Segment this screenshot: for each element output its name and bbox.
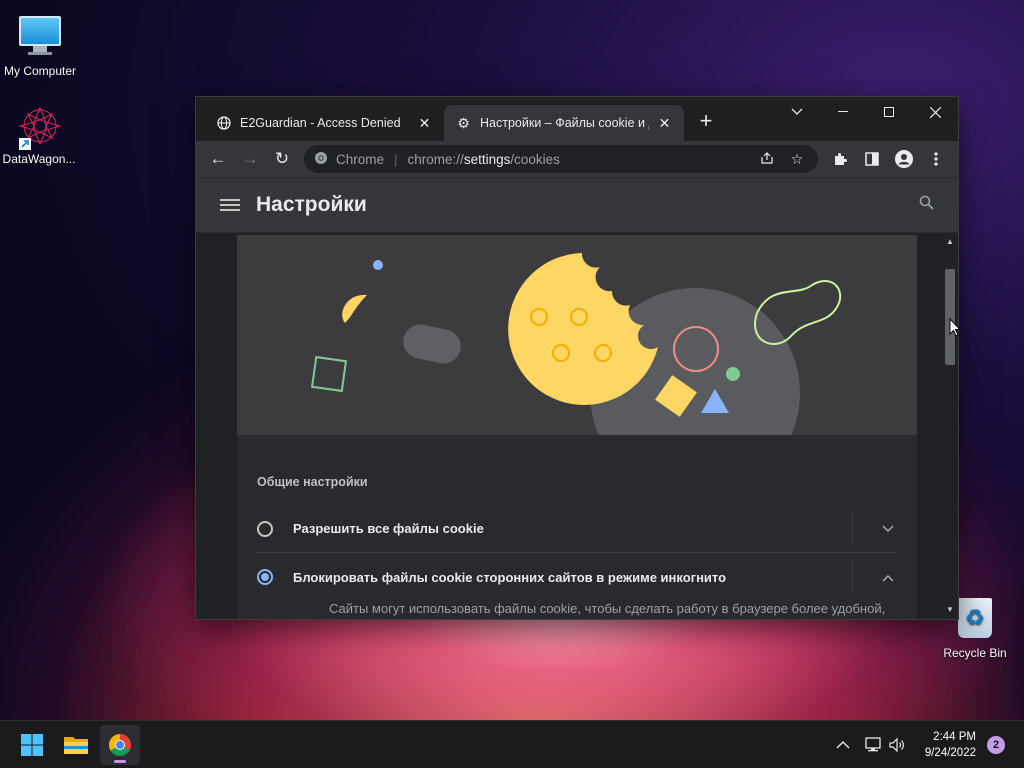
option-block-third-party-incognito[interactable]: Блокировать файлы cookie сторонних сайто…: [257, 553, 897, 601]
cookies-card: Общие настройки Разрешить все файлы cook…: [237, 235, 917, 619]
tab-label: E2Guardian - Access Denied: [240, 116, 401, 130]
globe-icon: [216, 115, 231, 131]
page-title: Настройки: [256, 193, 367, 216]
maximize-button[interactable]: [866, 97, 912, 127]
reload-button[interactable]: ↻: [266, 143, 298, 175]
extensions-icon[interactable]: [824, 143, 856, 175]
datawagon-icon: [17, 104, 62, 150]
browser-toolbar: ← → ↻ Chrome | chrome://settings/cookies…: [196, 141, 958, 177]
address-bar[interactable]: Chrome | chrome://settings/cookies ☆: [304, 145, 818, 173]
chrome-taskbar-button[interactable]: [100, 725, 140, 765]
clock-time: 2:44 PM: [933, 731, 976, 743]
desktop-icon-my-computer[interactable]: My Computer: [0, 10, 80, 78]
scroll-thumb[interactable]: [945, 269, 955, 365]
chrome-icon: [109, 734, 131, 756]
chrome-window: E2Guardian - Access Denied ✕ ⚙ Настройки…: [195, 96, 959, 620]
clock-date: 9/24/2022: [924, 747, 976, 759]
system-clock[interactable]: 2:44 PM 9/24/2022: [925, 729, 976, 761]
radio-button[interactable]: [257, 520, 273, 537]
computer-icon: [18, 16, 62, 60]
file-explorer-button[interactable]: [56, 725, 96, 765]
share-icon[interactable]: [752, 151, 782, 168]
forward-button[interactable]: →: [234, 143, 266, 175]
chevron-down-icon[interactable]: [879, 521, 897, 536]
tray-overflow-chevron-icon[interactable]: [836, 721, 850, 768]
page-scrollbar[interactable]: ▲ ▼: [942, 233, 958, 619]
mouse-cursor-icon: [949, 317, 962, 343]
close-tab-icon[interactable]: ✕: [417, 115, 432, 132]
desktop-icon-label: My Computer: [3, 64, 77, 78]
back-button[interactable]: ←: [202, 143, 234, 175]
new-tab-button[interactable]: +: [694, 110, 718, 132]
desktop-icon-label: DataWagon...: [2, 152, 76, 166]
chevron-up-icon[interactable]: [879, 570, 897, 585]
hamburger-menu-icon[interactable]: [220, 196, 240, 214]
gear-icon: ⚙: [457, 114, 470, 131]
start-icon: [21, 734, 43, 756]
network-icon[interactable]: [864, 721, 882, 768]
option-description: Сайты могут использовать файлы cookie, ч…: [329, 601, 886, 616]
option-label: Разрешить все файлы cookie: [293, 521, 484, 536]
bookmark-star-icon[interactable]: ☆: [782, 151, 812, 168]
scroll-down-arrow-icon[interactable]: ▼: [942, 605, 958, 614]
notification-badge[interactable]: 2: [987, 736, 1005, 754]
profile-avatar-icon[interactable]: [888, 143, 920, 175]
volume-icon[interactable]: [888, 721, 906, 768]
settings-content: Общие настройки Разрешить все файлы cook…: [196, 233, 958, 619]
desktop-icon-label: Recycle Bin: [943, 646, 1007, 660]
option-allow-all-cookies[interactable]: Разрешить все файлы cookie: [257, 505, 897, 553]
settings-header: Настройки: [196, 177, 958, 233]
radio-button-selected[interactable]: [257, 569, 273, 585]
taskbar: 2:44 PM 9/24/2022 2: [0, 720, 1024, 768]
option-label: Блокировать файлы cookie сторонних сайто…: [293, 569, 727, 585]
minimize-button[interactable]: [820, 97, 866, 127]
site-name: Chrome: [336, 151, 385, 167]
start-button[interactable]: [12, 725, 52, 765]
tab-settings-cookies[interactable]: ⚙ Настройки – Файлы cookie и др ✕: [444, 105, 684, 141]
file-explorer-icon: [64, 737, 88, 754]
url-text: chrome://settings/cookies: [407, 151, 560, 167]
cookie-illustration: [237, 235, 917, 435]
desktop-icon-datawagon[interactable]: DataWagon...: [0, 104, 79, 166]
tab-e2guardian[interactable]: E2Guardian - Access Denied ✕: [204, 105, 444, 141]
search-icon[interactable]: [919, 195, 934, 215]
menu-kebab-icon[interactable]: [920, 143, 952, 175]
scroll-up-arrow-icon[interactable]: ▲: [942, 237, 958, 246]
tab-label: Настройки – Файлы cookie и др: [480, 116, 649, 130]
tab-strip: E2Guardian - Access Denied ✕ ⚙ Настройки…: [196, 97, 958, 141]
section-title: Общие настройки: [257, 475, 368, 489]
chrome-logo-icon: [314, 151, 328, 168]
recycle-bin-icon: ♻: [953, 598, 997, 642]
side-panel-icon[interactable]: [856, 143, 888, 175]
tab-search-dropdown-icon[interactable]: [774, 97, 820, 127]
close-window-button[interactable]: [912, 97, 958, 127]
close-tab-icon[interactable]: ✕: [657, 115, 672, 132]
